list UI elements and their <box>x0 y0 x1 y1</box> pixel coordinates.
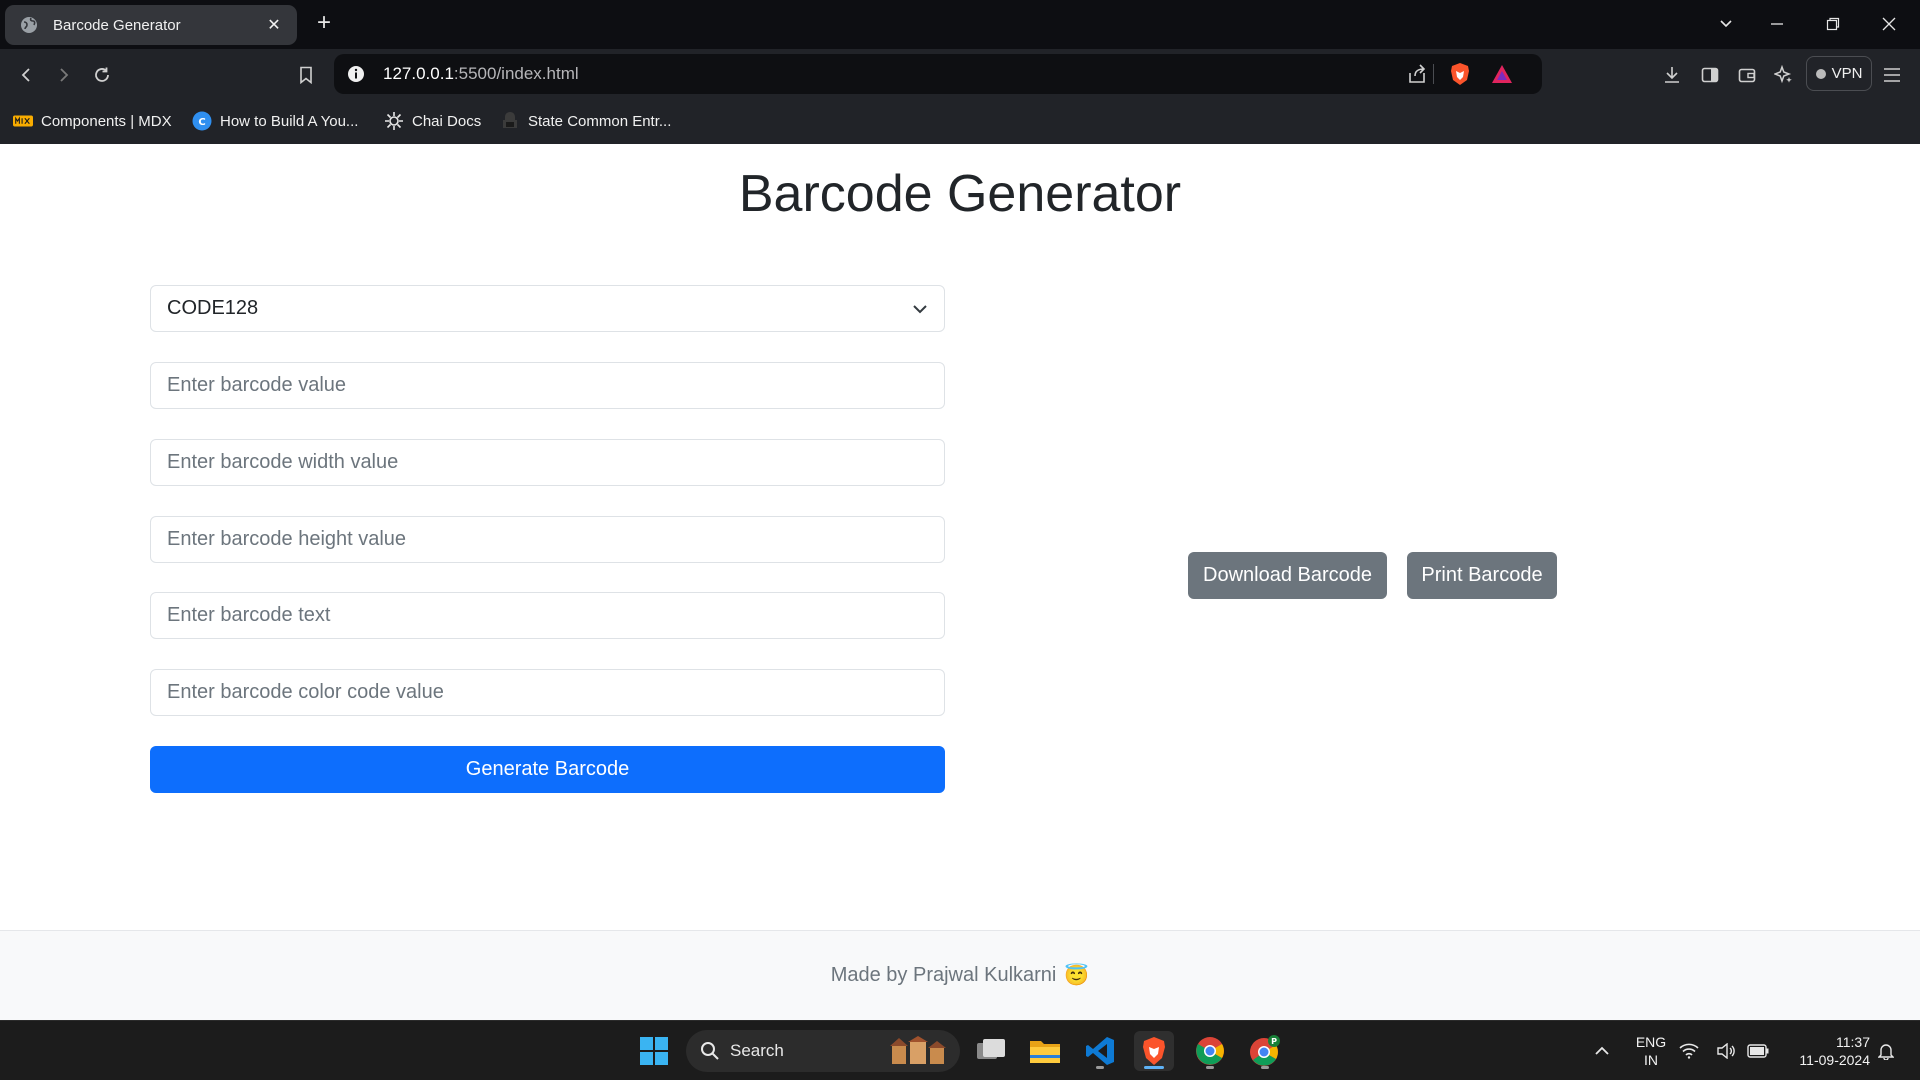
wifi-icon[interactable] <box>1677 1031 1701 1071</box>
clock-time: 11:37 <box>1836 1034 1870 1050</box>
print-barcode-button[interactable]: Print Barcode <box>1407 552 1557 599</box>
browser-tab-strip: Barcode Generator ✕ + <box>0 0 1920 49</box>
leo-ai-icon[interactable] <box>1771 62 1797 88</box>
back-icon[interactable] <box>14 62 40 88</box>
menu-icon[interactable] <box>1879 62 1905 88</box>
search-icon <box>700 1041 720 1061</box>
search-label: Search <box>730 1041 784 1060</box>
clock[interactable]: 11:37 11-09-2024 <box>1784 1033 1870 1069</box>
running-indicator <box>1261 1066 1269 1069</box>
generate-barcode-button[interactable]: Generate Barcode <box>150 746 945 793</box>
smiling-halo-icon: 😇 <box>1064 965 1090 987</box>
svg-text:P: P <box>1271 1037 1277 1046</box>
active-indicator <box>1144 1066 1164 1069</box>
tab-title: Barcode Generator <box>53 16 181 34</box>
chevron-up-icon[interactable] <box>1582 1031 1622 1071</box>
file-explorer-icon[interactable] <box>1025 1031 1065 1071</box>
mdx-icon <box>13 111 33 131</box>
brave-rewards-icon[interactable] <box>1491 64 1513 89</box>
url-text: 127.0.0.1:5500/index.html <box>383 64 579 84</box>
barcode-text-input[interactable] <box>150 592 945 639</box>
vscode-icon[interactable] <box>1080 1031 1120 1071</box>
bookmark-icon[interactable] <box>293 62 319 88</box>
download-barcode-button[interactable]: Download Barcode <box>1188 552 1387 599</box>
tab-barcode-generator[interactable]: Barcode Generator ✕ <box>5 5 297 45</box>
tab-close-icon[interactable]: ✕ <box>263 15 285 35</box>
vpn-label: VPN <box>1831 65 1863 82</box>
browser-toolbar: 127.0.0.1:5500/index.html VPN <box>0 49 1920 99</box>
wallet-icon[interactable] <box>1734 62 1760 88</box>
download-icon[interactable] <box>1659 62 1685 88</box>
tab-search-chevron-icon[interactable] <box>1714 12 1738 36</box>
barcode-format-select[interactable]: CODE128 <box>150 285 945 332</box>
clock-date: 11-09-2024 <box>1799 1052 1870 1068</box>
share-icon[interactable] <box>1407 64 1427 89</box>
page-footer: Made by Prajwal Kulkarni 😇 <box>0 930 1920 1020</box>
globe-icon <box>19 15 39 35</box>
running-indicator <box>1096 1066 1104 1069</box>
reload-icon[interactable] <box>89 62 115 88</box>
barcode-width-input[interactable] <box>150 439 945 486</box>
forward-icon[interactable] <box>50 62 76 88</box>
bookmark-components-mdx[interactable]: Components | MDX <box>13 108 172 134</box>
footer-credit: Made by Prajwal Kulkarni <box>830 964 1057 986</box>
bookmarks-bar: Components | MDX C How to Build A You...… <box>0 99 1920 144</box>
bookmark-label: How to Build A You... <box>220 112 359 130</box>
brave-taskbar-icon[interactable] <box>1134 1031 1174 1071</box>
bookmark-chai-docs[interactable]: Chai Docs <box>384 108 481 134</box>
emblem-icon <box>500 111 520 131</box>
divider <box>1433 64 1434 84</box>
running-indicator <box>1206 1066 1214 1069</box>
close-window-icon[interactable] <box>1877 12 1901 36</box>
taskbar-search[interactable]: Search <box>686 1030 960 1072</box>
barcode-value-input[interactable] <box>150 362 945 409</box>
page-content: Barcode Generator CODE128 Generate Barco… <box>0 144 1920 1020</box>
notification-bell-icon[interactable] <box>1874 1031 1898 1071</box>
barcode-height-input[interactable] <box>150 516 945 563</box>
minimize-icon[interactable] <box>1765 12 1789 36</box>
barcode-color-input[interactable] <box>150 669 945 716</box>
address-bar[interactable]: 127.0.0.1:5500/index.html <box>334 54 1542 94</box>
brave-shields-icon[interactable] <box>1449 62 1471 91</box>
new-tab-button[interactable]: + <box>312 11 336 36</box>
url-host: 127.0.0.1 <box>383 64 454 83</box>
bookmark-label: State Common Entr... <box>528 112 672 130</box>
task-view-icon[interactable] <box>971 1031 1011 1071</box>
language-indicator[interactable]: ENG IN <box>1628 1033 1674 1069</box>
chevron-down-icon <box>912 300 928 323</box>
region-code: IN <box>1644 1052 1658 1068</box>
vpn-button[interactable]: VPN <box>1806 56 1872 91</box>
bookmark-label: Chai Docs <box>412 112 482 130</box>
start-icon[interactable] <box>634 1031 674 1071</box>
chrome-profile-icon[interactable]: P <box>1245 1031 1285 1071</box>
vpn-status-icon <box>1815 68 1826 79</box>
chrome-icon[interactable] <box>1190 1031 1230 1071</box>
sidebar-icon[interactable] <box>1697 62 1723 88</box>
restore-icon[interactable] <box>1821 12 1845 36</box>
battery-icon[interactable] <box>1746 1031 1770 1071</box>
url-path: :5500/index.html <box>453 64 579 83</box>
chai-icon <box>384 111 404 131</box>
bookmark-label: Components | MDX <box>41 112 172 130</box>
site-info-icon[interactable] <box>347 65 365 88</box>
page-title: Barcode Generator <box>738 165 1182 223</box>
language-code: ENG <box>1635 1034 1667 1050</box>
bookmark-state-common-entrance[interactable]: State Common Entr... <box>500 108 671 134</box>
codeium-icon: C <box>192 111 212 131</box>
barcode-format-value: CODE128 <box>167 297 259 319</box>
search-highlight-icon <box>888 1036 948 1071</box>
volume-icon[interactable] <box>1714 1031 1738 1071</box>
svg-text:C: C <box>198 117 205 128</box>
windows-taskbar: Search P ENG IN 11:37 11-09-2024 <box>0 1020 1920 1080</box>
bookmark-how-to-build[interactable]: C How to Build A You... <box>192 108 358 134</box>
